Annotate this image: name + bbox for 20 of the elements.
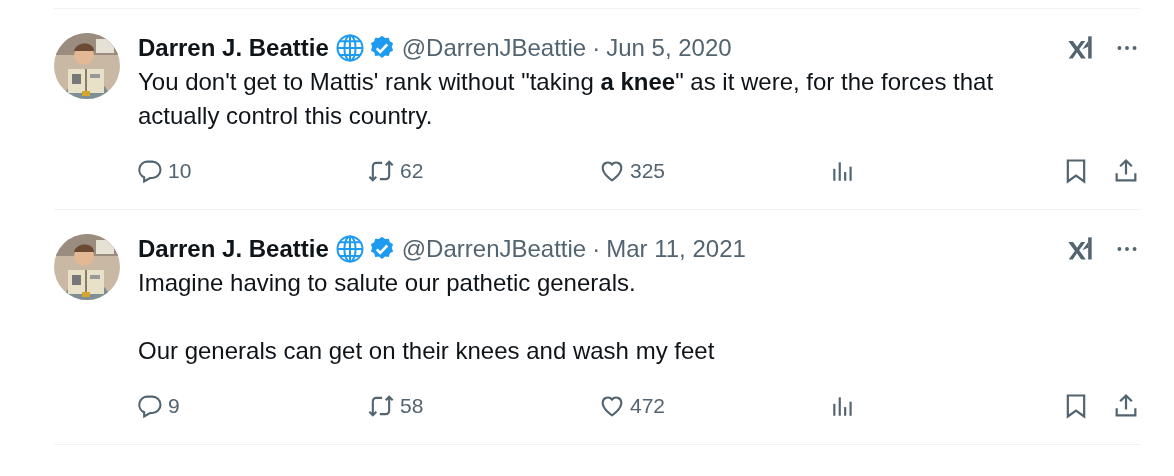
separator-dot: · [592,234,601,264]
reply-button[interactable]: 10 [136,157,366,185]
slash-logo-icon[interactable] [1066,235,1094,263]
author-name[interactable]: Darren J. Beattie [138,234,329,264]
post-date[interactable]: Jun 5, 2020 [606,33,732,63]
like-button[interactable]: 325 [598,157,830,185]
author-handle[interactable]: @DarrenJBeattie [401,234,587,264]
author-handle[interactable]: @DarrenJBeattie [401,33,587,63]
post-text: Imagine having to salute our pathetic generals. Our generals can get on their knees and wash my feet [138,268,716,366]
reply-button[interactable]: 9 [136,392,366,420]
slash-logo-icon[interactable] [1066,34,1094,62]
repost-button[interactable]: 62 [366,157,598,185]
separator-dot: · [592,33,601,63]
post-date[interactable]: Mar 11, 2021 [606,234,746,264]
globe-icon [334,33,365,63]
repost-button[interactable]: 58 [366,392,598,420]
like-button[interactable]: 472 [598,392,830,420]
globe-icon [334,234,365,264]
post-text: You don't get to Mattis' rank without "taking a knee" as it were, for the forces that actually control this country. [138,67,995,131]
author-name[interactable]: Darren J. Beattie [138,33,329,63]
